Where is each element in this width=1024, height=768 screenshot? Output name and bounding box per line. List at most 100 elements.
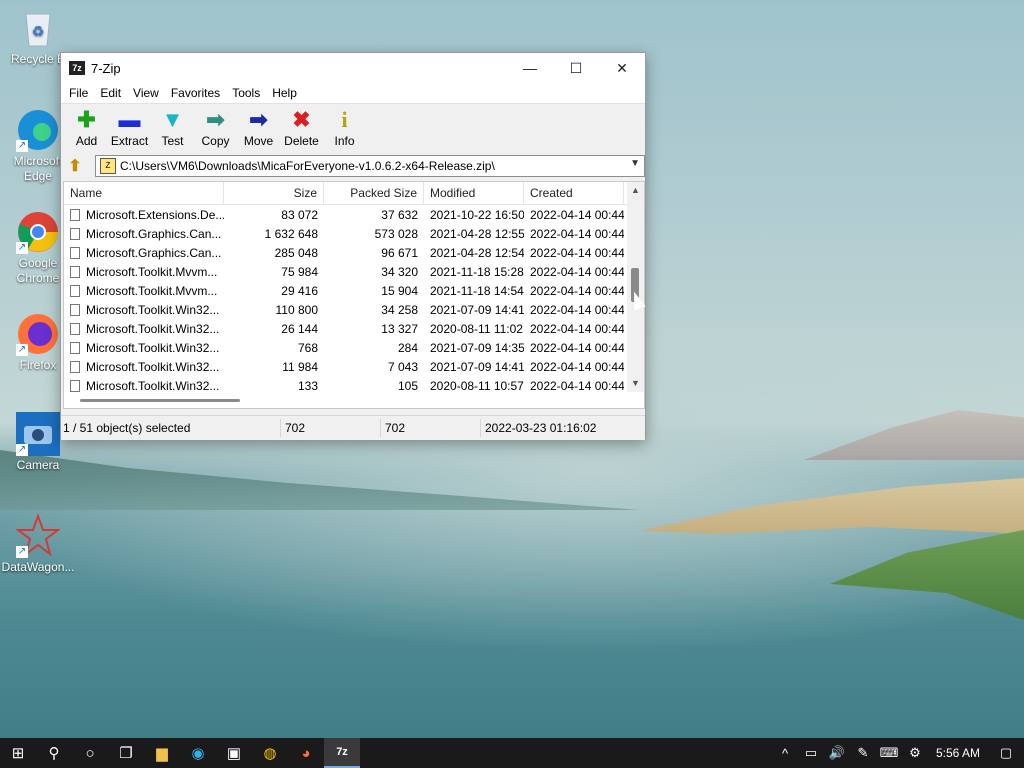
file-packed-size: 34 258 bbox=[381, 302, 418, 317]
menu-favorites[interactable]: Favorites bbox=[165, 86, 226, 100]
table-row[interactable]: Microsoft.Toolkit.Mvvm... 29 416 15 904 202… bbox=[64, 281, 644, 300]
wallpaper-mountain bbox=[804, 410, 1024, 460]
menu-bar: File Edit View Favorites Tools Help bbox=[61, 83, 645, 103]
file-created: 2022-04-14 00:44 bbox=[530, 264, 624, 279]
firefox-icon: ↗ bbox=[16, 312, 60, 356]
scroll-down-icon[interactable]: ▼ bbox=[627, 375, 644, 392]
test-icon: ▼ bbox=[161, 107, 184, 132]
column-size[interactable]: Size bbox=[224, 182, 324, 204]
info-icon: i bbox=[341, 107, 348, 132]
address-path: C:\Users\VM6\Downloads\MicaForEveryone-v… bbox=[120, 159, 495, 173]
file-packed-size: 105 bbox=[397, 378, 418, 393]
task-view-icon[interactable]: ❐ bbox=[108, 738, 144, 768]
start-button[interactable]: ⊞ bbox=[0, 738, 36, 768]
shortcut-arrow-icon: ↗ bbox=[16, 242, 28, 254]
horizontal-scrollbar[interactable] bbox=[64, 392, 627, 408]
table-row[interactable]: Microsoft.Toolkit.Win32... 768 284 2021-07-… bbox=[64, 338, 644, 357]
file-explorer-icon[interactable]: ▆ bbox=[144, 738, 180, 768]
status-packed: 702 bbox=[381, 419, 481, 437]
table-row[interactable]: Microsoft.Toolkit.Win32... 26 144 13 327 20… bbox=[64, 319, 644, 338]
close-button[interactable]: ✕ bbox=[599, 53, 645, 83]
volume-icon[interactable]: 🔊 bbox=[824, 745, 850, 761]
keyboard-icon[interactable]: ⌨ bbox=[876, 745, 902, 761]
delete-button[interactable]: ✖ Delete bbox=[280, 104, 323, 154]
file-modified: 2021-07-09 14:41 bbox=[430, 302, 524, 317]
title-bar[interactable]: 7z 7-Zip — ☐ ✕ bbox=[61, 53, 645, 83]
copy-button[interactable]: ➡ Copy bbox=[194, 104, 237, 154]
menu-view[interactable]: View bbox=[127, 86, 165, 100]
file-size: 768 bbox=[297, 340, 318, 355]
notification-icon[interactable]: ▢ bbox=[988, 745, 1024, 761]
menu-help[interactable]: Help bbox=[266, 86, 303, 100]
edge-taskbar-icon[interactable]: ◉ bbox=[180, 738, 216, 768]
file-name: Microsoft.Toolkit.Win32... bbox=[86, 378, 220, 393]
desktop-icon-datawagon[interactable]: ↗ DataWagon... bbox=[0, 513, 76, 575]
folder-up-icon[interactable]: ⬆ bbox=[65, 156, 85, 176]
status-date: 2022-03-23 01:16:02 bbox=[485, 421, 597, 435]
file-name: Microsoft.Graphics.Can... bbox=[86, 245, 222, 260]
tray-overflow-icon[interactable]: ^ bbox=[772, 746, 798, 761]
status-size: 702 bbox=[281, 419, 381, 437]
pen-icon[interactable]: ✎ bbox=[850, 745, 876, 761]
menu-edit[interactable]: Edit bbox=[94, 86, 127, 100]
table-row[interactable]: Microsoft.Toolkit.Win32... 11 984 7 043 202… bbox=[64, 357, 644, 376]
system-tray: ^ ▭ 🔊 ✎ ⌨ ⚙ 5:56 AM ▢ bbox=[772, 738, 1024, 768]
datawagon-icon: ↗ bbox=[15, 513, 61, 558]
file-packed-size: 15 904 bbox=[381, 283, 418, 298]
file-name: Microsoft.Toolkit.Win32... bbox=[86, 359, 220, 374]
move-button[interactable]: ➡ Move bbox=[237, 104, 280, 154]
clock[interactable]: 5:56 AM bbox=[928, 746, 988, 760]
column-created[interactable]: Created bbox=[524, 182, 624, 204]
vertical-scrollbar[interactable]: ▲ ▼ bbox=[627, 182, 644, 392]
window-title: 7-Zip bbox=[91, 60, 121, 76]
column-modified[interactable]: Modified bbox=[424, 182, 524, 204]
taskbar: ⊞ ⚲ ○ ❐ ▆ ◉ ▣ ◍ ◕ 7z ^ ▭ 🔊 ✎ ⌨ ⚙ 5:56 AM… bbox=[0, 738, 1024, 768]
wallpaper-grass bbox=[830, 530, 1024, 620]
maximize-button[interactable]: ☐ bbox=[553, 53, 599, 83]
7zip-taskbar-icon[interactable]: 7z bbox=[324, 738, 360, 768]
file-packed-size: 13 327 bbox=[381, 321, 418, 336]
cortana-icon[interactable]: ○ bbox=[72, 738, 108, 768]
file-modified: 2020-08-11 11:02 bbox=[430, 321, 523, 336]
table-row[interactable]: Microsoft.Extensions.De... 83 072 37 632 20… bbox=[64, 205, 644, 224]
settings-icon[interactable]: ⚙ bbox=[902, 745, 928, 761]
shortcut-arrow-icon: ↗ bbox=[16, 444, 28, 456]
7zip-window[interactable]: 7z 7-Zip — ☐ ✕ File Edit View Favorites … bbox=[60, 52, 646, 440]
column-name[interactable]: Name bbox=[64, 182, 224, 204]
minimize-button[interactable]: — bbox=[507, 53, 553, 83]
network-icon[interactable]: ▭ bbox=[798, 745, 824, 761]
file-name: Microsoft.Extensions.De... bbox=[86, 207, 224, 222]
address-field[interactable]: Z C:\Users\VM6\Downloads\MicaForEveryone… bbox=[95, 155, 645, 177]
chrome-taskbar-icon[interactable]: ◍ bbox=[252, 738, 288, 768]
firefox-taskbar-icon[interactable]: ◕ bbox=[288, 738, 324, 768]
table-row[interactable]: Microsoft.Toolkit.Mvvm... 75 984 34 320 202… bbox=[64, 262, 644, 281]
list-header: Name Size Packed Size Modified Created bbox=[64, 182, 644, 205]
file-modified: 2021-11-18 15:28 bbox=[430, 264, 524, 279]
table-row[interactable]: Microsoft.Toolkit.Win32... 110 800 34 258 2… bbox=[64, 300, 644, 319]
toolbar: ✚ Add ▬ Extract ▼ Test ➡ Copy ➡ Move ✖ D… bbox=[61, 103, 645, 154]
info-button[interactable]: i Info bbox=[323, 104, 366, 154]
menu-file[interactable]: File bbox=[63, 86, 94, 100]
table-row[interactable]: Microsoft.Graphics.Can... 285 048 96 671 20… bbox=[64, 243, 644, 262]
scroll-up-icon[interactable]: ▲ bbox=[627, 182, 644, 199]
extract-icon: ▬ bbox=[118, 107, 141, 132]
file-icon bbox=[70, 246, 80, 259]
file-icon bbox=[70, 379, 80, 392]
file-created: 2022-04-14 00:44 bbox=[530, 207, 624, 222]
search-icon[interactable]: ⚲ bbox=[36, 738, 72, 768]
wallpaper-trees bbox=[0, 450, 640, 510]
table-row[interactable]: Microsoft.Graphics.Can... 1 632 648 573 02… bbox=[64, 224, 644, 243]
store-icon[interactable]: ▣ bbox=[216, 738, 252, 768]
add-button[interactable]: ✚ Add bbox=[65, 104, 108, 154]
hscroll-thumb[interactable] bbox=[80, 399, 240, 402]
chevron-down-icon[interactable]: ▼ bbox=[630, 158, 640, 169]
menu-tools[interactable]: Tools bbox=[226, 86, 266, 100]
column-packed-size[interactable]: Packed Size bbox=[324, 182, 424, 204]
edge-icon: ↗ bbox=[16, 108, 60, 152]
file-modified: 2020-08-11 10:57 bbox=[430, 378, 524, 393]
file-name: Microsoft.Toolkit.Mvvm... bbox=[86, 264, 218, 279]
file-list[interactable]: Name Size Packed Size Modified Created M… bbox=[63, 181, 645, 409]
file-name: Microsoft.Graphics.Can... bbox=[86, 226, 222, 241]
test-button[interactable]: ▼ Test bbox=[151, 104, 194, 154]
extract-button[interactable]: ▬ Extract bbox=[108, 104, 151, 154]
